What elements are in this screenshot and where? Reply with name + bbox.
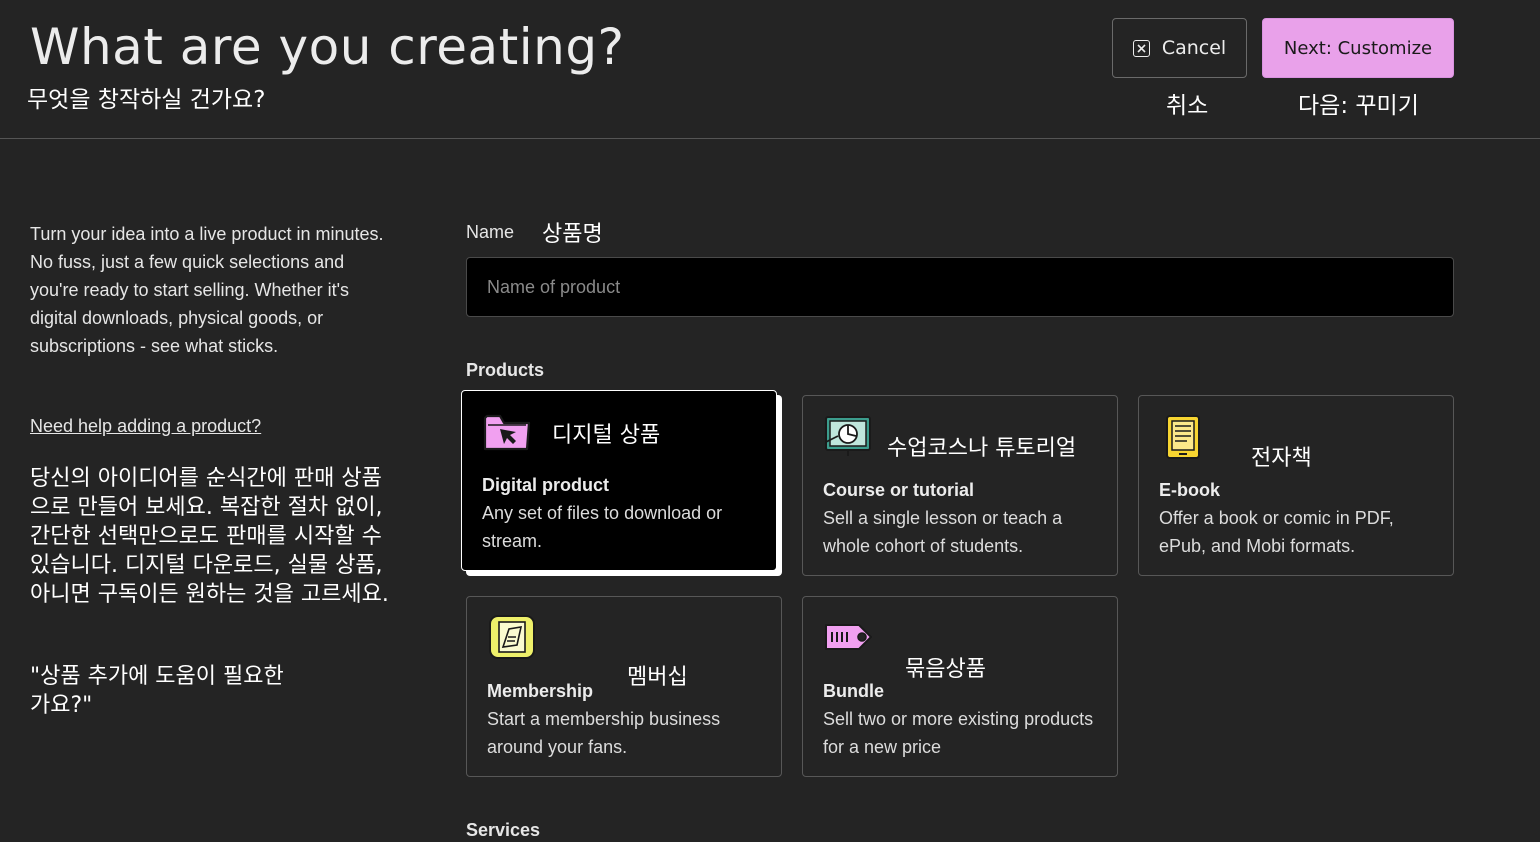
product-card-digital[interactable]: 디지털 상품 Digital product Any set of files …: [461, 390, 777, 571]
card-title: Membership: [487, 681, 594, 701]
close-icon: [1132, 39, 1150, 57]
name-label: Name: [466, 222, 515, 242]
cancel-button[interactable]: Cancel: [1112, 18, 1247, 78]
product-card-bundle[interactable]: 묶음상품 Bundle Sell two or more existing pr…: [802, 596, 1118, 777]
product-name-input[interactable]: [466, 257, 1454, 317]
card-title: Course or tutorial: [823, 480, 975, 500]
card-title: E-book: [1159, 480, 1220, 500]
help-link-translation: "상품 추가에 도움이 필요한가요?": [30, 664, 284, 718]
products-section-label: Products: [466, 360, 545, 380]
intro-text-translation: 당신의 아이디어를 순식간에 판매 상품으로 만들어 보세요. 복잡한 절차 없…: [30, 466, 389, 607]
help-link[interactable]: Need help adding a product?: [30, 416, 261, 437]
page-title: What are you creating?: [30, 18, 625, 76]
services-section-label: Services: [466, 820, 541, 840]
card-title-translation: 수업코스나 튜토리얼: [887, 436, 1077, 461]
card-description: Start a membership business around your …: [487, 709, 721, 757]
name-label-translation: 상품명: [542, 222, 603, 247]
page-header: What are you creating? 무엇을 창작하실 건가요? Can…: [0, 0, 1540, 139]
card-title-translation: 전자책: [1251, 446, 1312, 471]
presentation-board-icon: [823, 414, 873, 463]
card-title: Digital product: [482, 475, 609, 495]
card-title-translation: 묶음상품: [905, 657, 986, 682]
next-translation: 다음: 꾸미기: [1298, 93, 1419, 119]
card-description: Sell a single lesson or teach a whole co…: [823, 508, 1063, 556]
create-product-page: What are you creating? 무엇을 창작하실 건가요? Can…: [0, 0, 1540, 842]
price-tag-icon: [823, 621, 875, 658]
card-title-translation: 디지털 상품: [552, 423, 661, 448]
cancel-button-label: Cancel: [1161, 37, 1227, 59]
card-description: Offer a book or comic in PDF, ePub, and …: [1159, 508, 1394, 556]
product-card-course[interactable]: 수업코스나 튜토리얼 Course or tutorial Sell a sin…: [802, 395, 1118, 576]
card-title: Bundle: [823, 681, 884, 701]
page-title-translation: 무엇을 창작하실 건가요?: [27, 87, 266, 113]
folder-cursor-icon: [482, 411, 532, 458]
membership-card-icon: [487, 613, 537, 666]
next-button-label: Next: Customize: [1283, 37, 1433, 59]
card-description: Sell two or more existing products for a…: [823, 709, 1094, 757]
product-card-ebook[interactable]: 전자책 E-book Offer a book or comic in PDF,…: [1138, 395, 1454, 576]
cancel-translation: 취소: [1166, 93, 1209, 119]
card-description: Any set of files to download or stream.: [482, 503, 723, 551]
ebook-reader-icon: [1165, 414, 1201, 465]
product-card-membership[interactable]: 멤버십 Membership Start a membership busine…: [466, 596, 782, 777]
next-customize-button[interactable]: Next: Customize: [1262, 18, 1454, 78]
intro-text: Turn your idea into a live product in mi…: [30, 224, 384, 356]
card-title-translation: 멤버십: [627, 665, 688, 690]
